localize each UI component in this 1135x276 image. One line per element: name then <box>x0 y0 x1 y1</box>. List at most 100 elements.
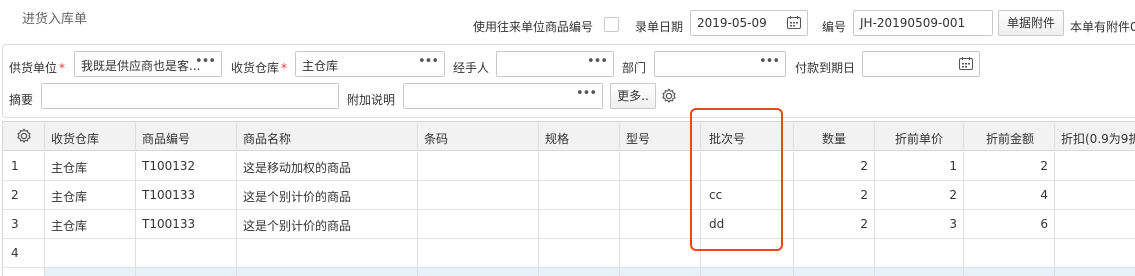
cell-model[interactable] <box>620 181 701 209</box>
cell-discount[interactable] <box>1055 210 1135 238</box>
handler-field[interactable]: ••• <box>496 51 614 77</box>
cell-model[interactable] <box>620 239 701 267</box>
cell-model[interactable] <box>620 210 701 238</box>
cell-price: 1 <box>949 159 957 173</box>
column-header-model[interactable]: 型号 <box>620 122 701 150</box>
column-header-discount[interactable]: 折扣(0.9为9折) <box>1055 122 1135 150</box>
cell-amount: 6 <box>1040 217 1048 231</box>
more-dots-icon[interactable]: ••• <box>587 54 608 69</box>
cell-barcode[interactable] <box>418 210 539 238</box>
cell-spec[interactable] <box>539 239 620 267</box>
dept-label: 部门 <box>622 61 647 75</box>
more-dots-icon[interactable]: ••• <box>195 54 216 69</box>
number-field[interactable]: JH-20190509-001 <box>853 10 993 36</box>
row-number: 2 <box>11 188 19 202</box>
cell-price: 3 <box>949 217 957 231</box>
cell-barcode[interactable] <box>418 239 539 267</box>
supplier-value: 我既是供应商也是客... <box>81 59 201 73</box>
calendar-icon[interactable] <box>787 16 801 32</box>
line-items-grid: 收货仓库 商品编号 商品名称 条码 规格 型号 批次号 数量 折前单价 折前金额… <box>2 121 1135 276</box>
warehouse-value: 主仓库 <box>302 59 339 73</box>
cell-qty[interactable] <box>794 239 875 267</box>
cell-discount[interactable] <box>1055 181 1135 209</box>
column-header-qty[interactable]: 数量 <box>794 122 875 150</box>
column-header-price[interactable]: 折前单价 <box>875 122 964 150</box>
extra-note-field[interactable]: ••• <box>403 83 603 109</box>
cell-amount: 4 <box>1040 188 1048 202</box>
cell-discount[interactable] <box>1055 152 1135 180</box>
cell-warehouse: 主仓库 <box>51 219 88 233</box>
cell-spec[interactable] <box>539 152 620 180</box>
table-row[interactable]: 3 主仓库 T100133 这是个别计价的商品 dd 2 3 6 <box>3 210 1135 239</box>
column-header-warehouse[interactable]: 收货仓库 <box>45 122 136 150</box>
cell-barcode[interactable] <box>418 181 539 209</box>
cell-model[interactable] <box>620 152 701 180</box>
cell-name: 这是个别计价的商品 <box>243 219 352 233</box>
cell-spec[interactable] <box>539 181 620 209</box>
cell-price: 2 <box>949 188 957 202</box>
cell-qty: 2 <box>860 217 868 231</box>
cell-code[interactable] <box>136 239 237 267</box>
supplier-label: 供货单位 * <box>9 61 66 75</box>
column-header-amount[interactable]: 折前金额 <box>964 122 1055 150</box>
due-date-field[interactable] <box>862 51 980 77</box>
dept-field[interactable]: ••• <box>654 51 786 77</box>
column-header-barcode[interactable]: 条码 <box>418 122 539 150</box>
row-number: 4 <box>11 246 19 260</box>
warehouse-label: 收货仓库 * <box>231 61 288 75</box>
summary-label: 摘要 <box>9 93 34 107</box>
summary-field[interactable] <box>41 83 339 109</box>
supplier-field[interactable]: 我既是供应商也是客... ••• <box>74 51 222 77</box>
table-row[interactable]: 4 <box>3 239 1135 268</box>
attachment-note: 本单有附件0 <box>1070 20 1135 34</box>
number-label: 编号 <box>822 20 847 34</box>
more-dots-icon[interactable]: ••• <box>759 54 780 69</box>
extra-note-label: 附加说明 <box>347 93 396 107</box>
number-value: JH-20190509-001 <box>860 16 966 30</box>
attachment-button[interactable]: 单据附件 <box>998 10 1064 36</box>
cell-barcode[interactable] <box>418 152 539 180</box>
cell-warehouse[interactable] <box>45 239 136 267</box>
row-number: 1 <box>11 159 19 173</box>
grid-header: 收货仓库 商品编号 商品名称 条码 规格 型号 批次号 数量 折前单价 折前金额… <box>3 122 1135 151</box>
cell-discount[interactable] <box>1055 239 1135 267</box>
page-title: 进货入库单 <box>22 12 88 27</box>
required-mark: * <box>281 61 288 75</box>
table-row[interactable] <box>3 268 1135 276</box>
cell-code: T100133 <box>142 188 196 202</box>
cell-amount[interactable] <box>964 239 1055 267</box>
cell-code: T100133 <box>142 217 196 231</box>
table-row[interactable]: 1 主仓库 T100132 这是移动加权的商品 2 1 2 <box>3 152 1135 181</box>
entry-date-value: 2019-05-09 <box>697 16 767 30</box>
table-row[interactable]: 2 主仓库 T100133 这是个别计价的商品 cc 2 2 4 <box>3 181 1135 210</box>
cell-name: 这是移动加权的商品 <box>243 161 352 175</box>
cell-price[interactable] <box>875 239 964 267</box>
warehouse-field[interactable]: 主仓库 ••• <box>295 51 445 77</box>
due-date-label: 付款到期日 <box>795 61 856 75</box>
entry-date-field[interactable]: 2019-05-09 <box>690 10 808 36</box>
gear-icon[interactable] <box>16 128 32 147</box>
use-prev-code-label: 使用往来单位商品编号 <box>473 20 594 34</box>
more-dots-icon[interactable]: ••• <box>576 86 597 101</box>
column-header-spec[interactable]: 规格 <box>539 122 620 150</box>
row-number: 3 <box>11 217 19 231</box>
cell-spec[interactable] <box>539 210 620 238</box>
column-header-name[interactable]: 商品名称 <box>237 122 418 150</box>
cell-name[interactable] <box>237 239 418 267</box>
cell-code: T100132 <box>142 159 196 173</box>
calendar-icon[interactable] <box>959 57 973 73</box>
column-settings-cell[interactable] <box>3 122 45 150</box>
cell-qty: 2 <box>860 188 868 202</box>
required-mark: * <box>59 61 66 75</box>
column-header-code[interactable]: 商品编号 <box>136 122 237 150</box>
cell-amount: 2 <box>1040 159 1048 173</box>
cell-qty: 2 <box>860 159 868 173</box>
more-button[interactable]: 更多.. <box>610 83 656 109</box>
cell-name: 这是个别计价的商品 <box>243 190 352 204</box>
cell-warehouse: 主仓库 <box>51 190 88 204</box>
handler-label: 经手人 <box>453 61 490 75</box>
cell-warehouse: 主仓库 <box>51 161 88 175</box>
gear-icon[interactable] <box>661 88 677 107</box>
more-dots-icon[interactable]: ••• <box>418 54 439 69</box>
use-prev-code-checkbox[interactable] <box>604 17 619 32</box>
